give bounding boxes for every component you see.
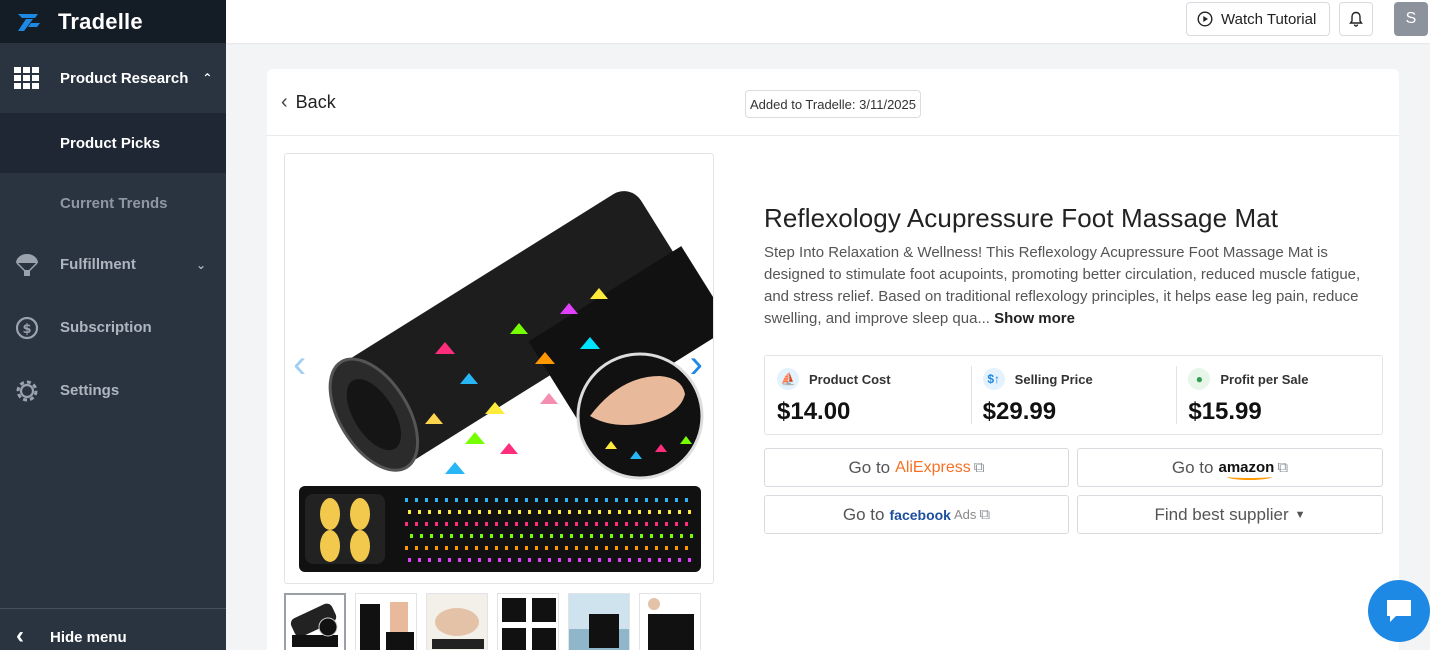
chevron-down-icon: ⌄ xyxy=(195,257,206,272)
external-link-icon: ⧉ xyxy=(979,506,991,523)
stat-label: Selling Price xyxy=(1014,371,1093,387)
sidebar-item-label: Subscription xyxy=(60,319,152,336)
caret-down-icon: ▼ xyxy=(1294,508,1306,521)
top-bar: Watch Tutorial S xyxy=(226,0,1430,43)
aliexpress-logo: AliExpress xyxy=(895,458,971,476)
grid-icon xyxy=(14,65,40,91)
app-name: Tradelle xyxy=(58,8,143,34)
thumbnail-strip xyxy=(284,593,710,650)
stat-profit-per-sale: ● Profit per Sale $15.99 xyxy=(1176,356,1382,434)
stat-label: Profit per Sale xyxy=(1220,371,1309,387)
sidebar: Tradelle Product Research ⌃ Product Pick… xyxy=(0,0,226,650)
chat-icon xyxy=(1387,600,1411,622)
show-more-link[interactable]: Show more xyxy=(994,310,1075,327)
watch-tutorial-button[interactable]: Watch Tutorial xyxy=(1186,2,1330,36)
chat-button[interactable] xyxy=(1368,580,1430,642)
sidebar-item-settings[interactable]: Settings xyxy=(0,359,226,422)
price-up-icon: $↑ xyxy=(982,368,1005,390)
thumbnail[interactable] xyxy=(568,593,630,650)
hide-menu-label: Hide menu xyxy=(50,629,127,646)
sidebar-item-fulfillment[interactable]: Fulfillment ⌄ xyxy=(0,233,226,296)
product-image-main: ‹ › xyxy=(284,153,714,584)
product-description: Step Into Relaxation & Wellness! This Re… xyxy=(764,242,1384,330)
carousel-prev-button[interactable]: ‹ xyxy=(293,344,306,384)
product-detail-card: ‹ Back Added to Tradelle: 3/11/2025 ‹ › … xyxy=(267,69,1399,650)
sidebar-item-label: Settings xyxy=(60,382,120,399)
price-stats: ⛵ Product Cost $14.00 $↑ Selling Price $… xyxy=(764,355,1383,435)
sidebar-item-label: Fulfillment xyxy=(60,256,136,273)
stat-label: Product Cost xyxy=(809,371,891,387)
sidebar-item-label: Product Research xyxy=(60,69,189,87)
sidebar-item-current-trends[interactable]: Current Trends xyxy=(0,173,226,233)
play-circle-icon xyxy=(1197,11,1213,27)
go-to-label: Go to xyxy=(842,504,885,524)
foot-mat-illustration xyxy=(299,191,713,572)
sidebar-item-product-research[interactable]: Product Research ⌃ xyxy=(0,43,226,113)
thumbnail[interactable] xyxy=(284,593,346,650)
chevron-left-icon: ‹ xyxy=(281,91,288,113)
carousel-next-button[interactable]: › xyxy=(690,344,703,384)
go-to-label: Go to xyxy=(1171,457,1214,477)
hide-menu-button[interactable]: ‹ Hide menu xyxy=(0,608,226,650)
notifications-button[interactable] xyxy=(1339,2,1373,36)
parachute-icon xyxy=(14,252,40,278)
stat-value: $15.99 xyxy=(1188,398,1262,425)
find-best-supplier-dropdown[interactable]: Find best supplier ▼ xyxy=(1077,495,1383,534)
back-button[interactable]: ‹ Back xyxy=(281,91,336,114)
go-to-amazon-button[interactable]: Go to amazon ⧉ xyxy=(1077,448,1383,487)
user-avatar[interactable]: S xyxy=(1394,2,1428,36)
external-link-icon: ⧉ xyxy=(1277,459,1289,476)
thumbnail[interactable] xyxy=(426,593,488,650)
stat-value: $29.99 xyxy=(982,398,1057,425)
go-to-facebook-ads-button[interactable]: Go to facebook Ads ⧉ xyxy=(764,495,1069,534)
dollar-refresh-icon: $ xyxy=(14,315,40,341)
added-date-badge: Added to Tradelle: 3/11/2025 xyxy=(745,90,921,118)
tradelle-logo-icon xyxy=(18,13,40,31)
facebook-ads-label: Ads xyxy=(953,507,977,522)
ship-icon: ⛵ xyxy=(777,368,799,390)
card-header: ‹ Back Added to Tradelle: 3/11/2025 xyxy=(267,69,1399,136)
go-to-aliexpress-button[interactable]: Go to AliExpress ⧉ xyxy=(764,448,1069,487)
stat-product-cost: ⛵ Product Cost $14.00 xyxy=(765,356,971,434)
sidebar-item-subscription[interactable]: $ Subscription xyxy=(0,296,226,359)
facebook-logo: facebook xyxy=(889,506,951,523)
thumbnail[interactable] xyxy=(639,593,701,650)
chevron-up-icon: ⌃ xyxy=(202,71,213,85)
watch-tutorial-label: Watch Tutorial xyxy=(1221,10,1317,28)
amazon-logo: amazon xyxy=(1218,459,1275,480)
bell-icon xyxy=(1349,11,1363,27)
product-title: Reflexology Acupressure Foot Massage Mat xyxy=(764,203,1279,233)
money-bag-icon: ● xyxy=(1188,368,1211,390)
svg-text:$: $ xyxy=(22,322,31,337)
stat-selling-price: $↑ Selling Price $29.99 xyxy=(970,356,1177,434)
external-link-icon: ⧉ xyxy=(973,459,985,476)
sidebar-item-product-picks[interactable]: Product Picks xyxy=(0,113,226,173)
go-to-label: Go to xyxy=(848,457,891,477)
thumbnail[interactable] xyxy=(355,593,417,650)
find-supplier-label: Find best supplier xyxy=(1154,504,1289,524)
gear-icon xyxy=(14,378,40,404)
thumbnail[interactable] xyxy=(497,593,559,650)
back-label: Back xyxy=(295,92,336,112)
chevron-left-icon: ‹ xyxy=(16,622,24,649)
stat-value: $14.00 xyxy=(777,398,851,425)
logo-bar[interactable]: Tradelle xyxy=(0,0,226,43)
